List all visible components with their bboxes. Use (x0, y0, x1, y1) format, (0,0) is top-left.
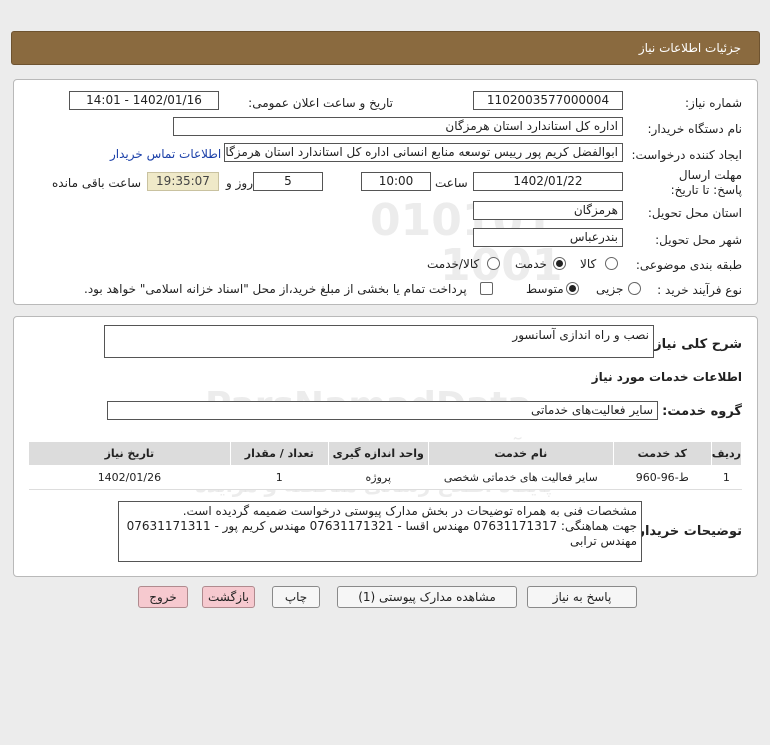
service-group-field: سایر فعالیت‌های خدماتی (107, 401, 658, 420)
reply-button[interactable]: پاسخ به نیاز (527, 586, 637, 608)
deadline-date-field: 1402/01/22 (473, 172, 623, 191)
process-label: نوع فرآیند خرید : (657, 283, 742, 297)
services-table: ردیف کد خدمت نام خدمت واحد اندازه گیری ت… (28, 441, 743, 490)
deadline-time-field: 10:00 (361, 172, 431, 191)
buyer-notes-line-1: مشخصات فنی به همراه توضیحات در بخش مدارک… (182, 504, 637, 518)
process-radio-medium[interactable] (566, 282, 579, 295)
services-heading: اطلاعات خدمات مورد نیاز (591, 370, 742, 384)
days-field: 5 (253, 172, 323, 191)
general-desc-label: شرح کلی نیاز: (648, 337, 742, 352)
buyer-notes-line-2: جهت هماهنگی: 07631171317 مهندس اقسا - 07… (126, 519, 637, 533)
col-service-code: کد خدمت (612, 441, 712, 466)
buyer-notes-label: توضیحات خریدار: (632, 524, 742, 539)
process-option-minor: جزیی (596, 282, 624, 296)
table-header-row: ردیف کد خدمت نام خدمت واحد اندازه گیری ت… (28, 441, 743, 466)
attachments-button[interactable]: مشاهده مدارک پیوستی (1) (337, 586, 517, 608)
process-radio-minor[interactable] (628, 282, 641, 295)
buyer-label: نام دستگاه خریدار: (647, 122, 743, 136)
category-option-goods: کالا (580, 257, 597, 271)
service-group-label: گروه خدمت: (662, 404, 742, 419)
treasury-payment-checkbox[interactable] (480, 282, 493, 295)
days-label: روز و (226, 176, 253, 190)
col-unit: واحد اندازه گیری (327, 441, 429, 466)
buyer-contact-link[interactable]: اطلاعات تماس خریدار (110, 147, 221, 161)
cell-need-date: 1402/01/26 (28, 465, 231, 490)
remaining-label: ساعت باقی مانده (52, 176, 142, 190)
treasury-payment-note: پرداخت تمام یا بخشی از مبلغ خرید،از محل … (84, 282, 467, 296)
category-label: طبقه بندی موضوعی: (635, 258, 742, 272)
process-option-medium: متوسط (526, 282, 564, 296)
category-radio-service[interactable] (553, 257, 566, 270)
print-button[interactable]: چاپ (272, 586, 320, 608)
exit-button[interactable]: خروج (138, 586, 188, 608)
remaining-time-display: 19:35:07 (147, 172, 219, 191)
category-radio-goods-service[interactable] (487, 257, 500, 270)
cell-service-name: سایر فعالیت های خدماتی شخصی (428, 465, 614, 490)
announce-label: تاریخ و ساعت اعلان عمومی: (248, 96, 393, 110)
category-option-service: خدمت (515, 257, 547, 271)
buyer-notes-field: مشخصات فنی به همراه توضیحات در بخش مدارک… (118, 501, 642, 562)
page-title: جزئیات اطلاعات نیاز (638, 41, 741, 55)
general-desc-field: نصب و راه اندازی آسانسور (104, 325, 654, 358)
col-row-number: ردیف (710, 441, 743, 466)
deadline-time-label: ساعت (435, 176, 468, 190)
category-option-goods-service: کالا/خدمت (427, 257, 480, 271)
table-row: 1 ط-96-960 سایر فعالیت های خدماتی شخصی پ… (28, 465, 742, 490)
city-field: بندرعباس (473, 228, 623, 247)
back-button[interactable]: بازگشت (202, 586, 255, 608)
need-number-field: 1102003577000004 (473, 91, 623, 110)
col-need-date: تاریخ نیاز (28, 441, 231, 466)
cell-row-number: 1 (711, 465, 742, 490)
deadline-label: مهلت ارسال پاسخ: تا تاریخ: (670, 168, 742, 197)
province-field: هرمزگان (473, 201, 623, 220)
city-label: شهر محل تحویل: (655, 233, 742, 247)
cell-quantity: 1 (230, 465, 329, 490)
need-number-label: شماره نیاز: (685, 96, 742, 110)
province-label: استان محل تحویل: (647, 206, 742, 220)
cell-service-code: ط-96-960 (613, 465, 712, 490)
col-service-name: نام خدمت (427, 441, 614, 466)
creator-label: ایجاد کننده درخواست: (631, 148, 742, 162)
page-header: جزئیات اطلاعات نیاز (11, 31, 760, 65)
buyer-field: اداره کل استاندارد استان هرمزگان (173, 117, 623, 136)
creator-field: ابوالفضل کریم پور رییس توسعه منابع انسان… (224, 143, 623, 162)
col-quantity: تعداد / مقدار (229, 441, 329, 466)
category-radio-goods[interactable] (605, 257, 618, 270)
buyer-notes-line-3: مهندس ترابی (570, 534, 637, 548)
announce-datetime-field: 1402/01/16 - 14:01 (69, 91, 219, 110)
cell-unit: پروژه (328, 465, 429, 490)
